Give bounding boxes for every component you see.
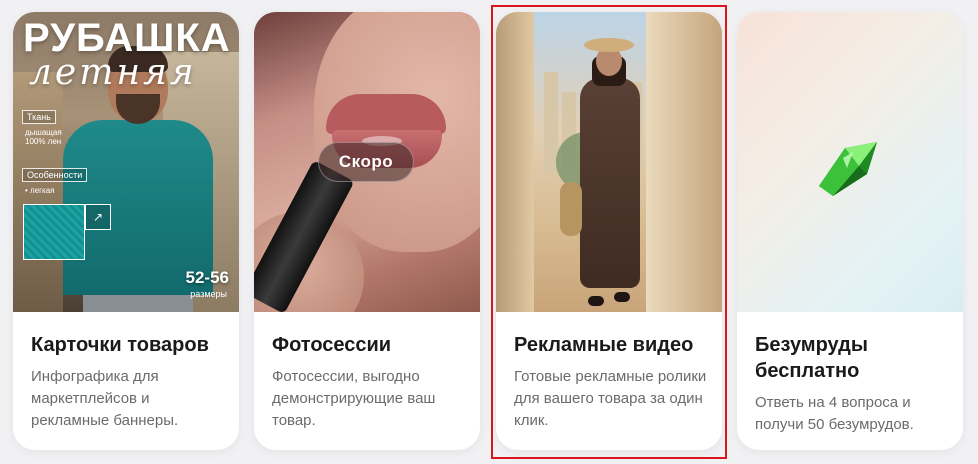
card-title: Карточки товаров bbox=[31, 334, 209, 356]
card-photoshoots[interactable]: Скоро Фотосессии Фотосессии, выгодно дем… bbox=[254, 12, 480, 450]
emerald-gem-icon bbox=[819, 142, 877, 196]
fabric-swatch bbox=[23, 204, 85, 260]
card-description: Фотосессии, выгодно демонстрирующие ваш … bbox=[272, 368, 436, 429]
card-description: Инфографика для маркетплейсов и рекламны… bbox=[31, 368, 179, 429]
size-label: размеры bbox=[190, 289, 227, 299]
arrow-up-right-icon: ↗ bbox=[85, 204, 111, 230]
card-image-woman-walking bbox=[496, 12, 722, 312]
tag-fabric-sub: дышащая 100% лен bbox=[25, 128, 62, 146]
card-ad-videos[interactable]: Рекламные видео Готовые рекламные ролики… bbox=[496, 12, 722, 450]
card-description: Готовые рекламные ролики для вашего това… bbox=[514, 368, 707, 429]
card-title: Рекламные видео bbox=[514, 334, 694, 356]
size-value: 52-56 bbox=[185, 268, 229, 287]
card-title: Фотосессии bbox=[272, 334, 392, 356]
shirt-script-headline: летняя bbox=[29, 52, 197, 93]
card-product-cards[interactable]: РУБАШКА летняя Ткань дышащая 100% лен Ос… bbox=[13, 12, 239, 450]
card-free-emeralds[interactable]: Безумруды бесплатно Ответь на 4 вопроса … bbox=[737, 12, 963, 450]
card-image-lipstick: Скоро bbox=[254, 12, 480, 312]
coming-soon-badge: Скоро bbox=[318, 142, 414, 182]
card-title: Безумруды бесплатно bbox=[755, 334, 868, 382]
card-image-shirt: РУБАШКА летняя Ткань дышащая 100% лен Ос… bbox=[13, 12, 239, 312]
card-image-emerald bbox=[737, 12, 963, 312]
tag-features: Особенности bbox=[22, 168, 88, 182]
card-description: Ответь на 4 вопроса и получи 50 безумруд… bbox=[755, 394, 914, 433]
tag-fabric: Ткань bbox=[22, 110, 56, 124]
tag-features-sub: • легкая bbox=[25, 186, 55, 195]
